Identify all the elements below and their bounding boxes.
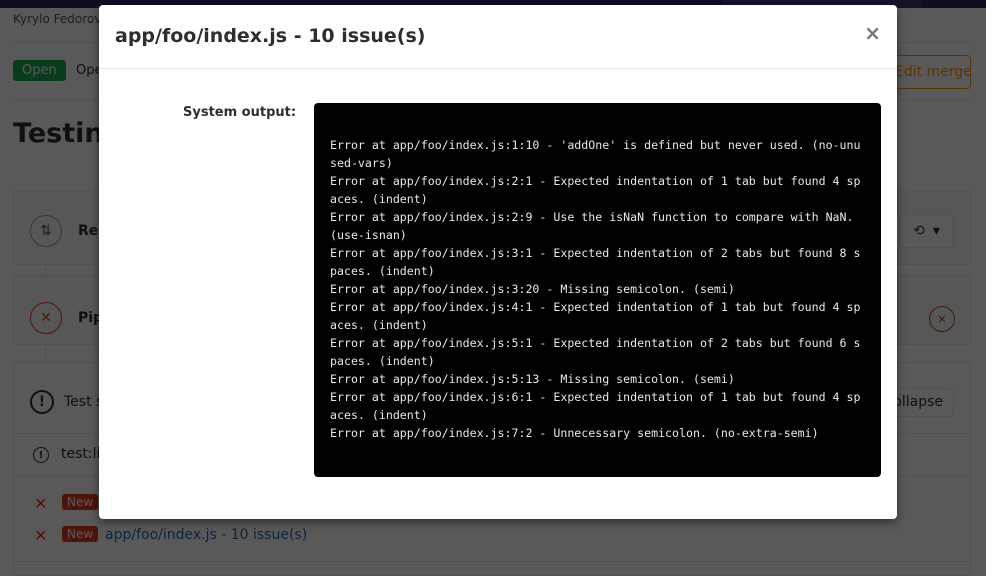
system-output-block: Error at app/foo/index.js:1:10 - 'addOne… [314, 103, 881, 477]
close-icon[interactable]: × [864, 23, 881, 43]
system-output-text: Error at app/foo/index.js:1:10 - 'addOne… [330, 138, 861, 440]
modal-title: app/foo/index.js - 10 issue(s) [115, 25, 426, 47]
modal-header: app/foo/index.js - 10 issue(s) × [99, 5, 897, 69]
issue-details-modal: app/foo/index.js - 10 issue(s) × System … [99, 5, 897, 519]
system-output-label: System output: [183, 105, 297, 120]
